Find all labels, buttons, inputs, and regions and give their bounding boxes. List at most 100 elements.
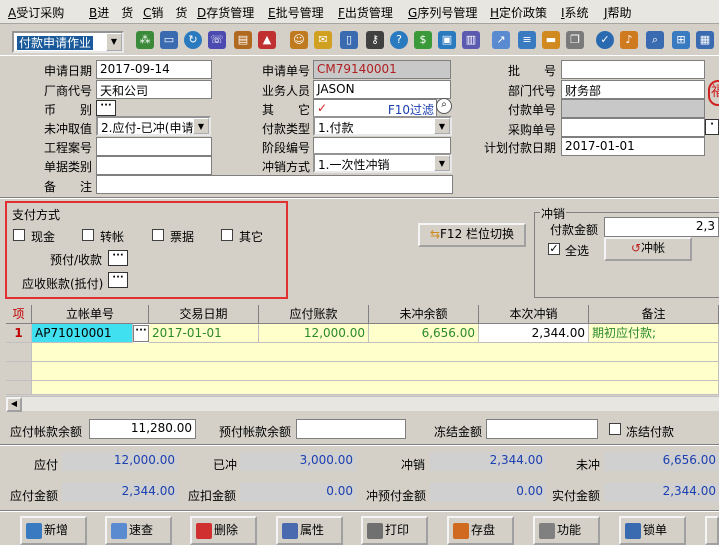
- refresh-icon[interactable]: ↻: [184, 31, 202, 49]
- hat-icon[interactable]: ▲: [258, 31, 276, 49]
- users-icon[interactable]: ☺: [290, 31, 308, 49]
- col-header-payable[interactable]: 应付账款: [259, 305, 369, 324]
- phone-icon[interactable]: ☏: [208, 31, 226, 49]
- menu-system[interactable]: I系统: [561, 4, 589, 21]
- dept-field[interactable]: 财务部: [561, 80, 705, 99]
- cell-balance[interactable]: 6,656.00: [369, 324, 479, 343]
- cell-offset[interactable]: 2,344.00: [479, 324, 589, 343]
- remark-field[interactable]: [96, 175, 453, 194]
- pay-type-select[interactable]: 1.付款 ▼: [313, 116, 452, 136]
- lock-button[interactable]: 锁单: [619, 516, 686, 545]
- menu-inventory[interactable]: D存货管理: [197, 4, 254, 21]
- payable-balance-field: 11,280.00: [89, 419, 196, 439]
- menu-serial[interactable]: G序列号管理: [408, 4, 477, 21]
- empty-row[interactable]: [32, 381, 719, 395]
- menu-sales[interactable]: C销 货: [143, 4, 187, 21]
- function-button[interactable]: 功能: [533, 516, 600, 545]
- menu-shipping[interactable]: F出货管理: [338, 4, 393, 21]
- bell-icon[interactable]: ♪: [620, 31, 638, 49]
- plan-date-field[interactable]: 2017-01-01: [561, 137, 705, 156]
- copy-icon[interactable]: ❐: [566, 31, 584, 49]
- cell-date[interactable]: 2017-01-01: [149, 324, 259, 343]
- print-button[interactable]: 打印: [361, 516, 428, 545]
- col-header-date[interactable]: 交易日期: [149, 305, 259, 324]
- folder-icon[interactable]: ▬: [542, 31, 560, 49]
- check-icon[interactable]: ✓: [596, 31, 614, 49]
- writeoff-select[interactable]: 2.应付-已冲(申请) ▼: [96, 116, 211, 136]
- purchase-lookup-button[interactable]: ·: [705, 119, 719, 135]
- delete-button[interactable]: 删除: [190, 516, 257, 545]
- offset-amount-field[interactable]: 2,3: [604, 217, 719, 237]
- prepaid-lookup-button[interactable]: ···: [108, 250, 128, 266]
- chevron-down-icon[interactable]: ▼: [434, 118, 450, 134]
- offset-mode-select[interactable]: 1.一次性冲销 ▼: [313, 153, 452, 173]
- vendor-field[interactable]: 天和公司: [96, 80, 212, 99]
- apply-no-field: CM79140001: [313, 60, 451, 79]
- menu-batch[interactable]: E批号管理: [268, 4, 324, 21]
- network-icon[interactable]: ⊞: [672, 31, 690, 49]
- menu-order[interactable]: A受订采购: [8, 4, 64, 21]
- horizontal-scrollbar[interactable]: ◀: [6, 396, 719, 412]
- preview-icon[interactable]: ⌕: [646, 31, 664, 49]
- apply-date-field[interactable]: 2017-09-14: [96, 60, 212, 79]
- select-all-checkbox[interactable]: ✓: [548, 243, 560, 255]
- menu-pricing[interactable]: H定价政策: [490, 4, 547, 21]
- tree-icon[interactable]: ⁂: [136, 31, 154, 49]
- menu-purchase[interactable]: B进 货: [89, 4, 133, 21]
- mail-icon[interactable]: ✉: [314, 31, 332, 49]
- cell-doc[interactable]: AP71010001: [32, 324, 133, 343]
- chevron-down-icon[interactable]: ▼: [434, 155, 450, 171]
- magnifier-icon[interactable]: ⌕: [436, 98, 452, 114]
- export-icon[interactable]: ↗: [492, 31, 510, 49]
- row-number: 1: [6, 324, 32, 343]
- document-icon[interactable]: ▯: [340, 31, 358, 49]
- doc-type-select[interactable]: 付款申请作业 ▼: [12, 31, 124, 53]
- batch-field[interactable]: [561, 60, 705, 79]
- menu-help[interactable]: J帮助: [604, 4, 632, 21]
- payable-value: 12,000.00: [62, 452, 178, 471]
- bill-checkbox[interactable]: [152, 229, 164, 241]
- purchase-no-field[interactable]: [561, 118, 705, 137]
- briefcase-icon[interactable]: ▤: [234, 31, 252, 49]
- chart-icon[interactable]: ▥: [462, 31, 480, 49]
- frozen-pay-checkbox[interactable]: [609, 423, 621, 435]
- key-icon[interactable]: ⚷: [366, 31, 384, 49]
- cell-note[interactable]: 期初应付款;: [589, 324, 719, 343]
- quick-search-button[interactable]: 速查: [105, 516, 172, 545]
- f12-switch-button[interactable]: ⇆F12 栏位切换: [418, 223, 526, 247]
- help-icon[interactable]: ?: [390, 31, 408, 49]
- doc-lookup-button[interactable]: ···: [133, 325, 149, 342]
- col-header-doc[interactable]: 立帐单号: [32, 305, 149, 324]
- row-number: [6, 362, 32, 381]
- chevron-left-icon[interactable]: ◀: [6, 397, 22, 412]
- currency-lookup-button[interactable]: ···: [96, 100, 116, 116]
- list-icon[interactable]: ≡: [518, 31, 536, 49]
- project-field[interactable]: [96, 137, 212, 156]
- offset-button[interactable]: ↺冲帐: [604, 237, 692, 261]
- payment-title: 支付方式: [12, 208, 61, 222]
- save-button[interactable]: 存盘: [447, 516, 514, 545]
- monitor-icon[interactable]: ▭: [160, 31, 178, 49]
- other-checkbox[interactable]: [221, 229, 233, 241]
- chevron-down-icon[interactable]: ▼: [193, 118, 209, 134]
- more-button[interactable]: [705, 516, 719, 545]
- cell-payable[interactable]: 12,000.00: [259, 324, 369, 343]
- cash-label: 现金: [31, 230, 56, 244]
- receivable-lookup-button[interactable]: ···: [108, 272, 128, 288]
- properties-button[interactable]: 属性: [276, 516, 343, 545]
- staff-field[interactable]: JASON: [313, 80, 451, 99]
- add-button[interactable]: 新增: [20, 516, 87, 545]
- col-header-offset[interactable]: 本次冲销: [479, 305, 589, 324]
- empty-row[interactable]: [32, 362, 719, 381]
- col-header-note[interactable]: 备注: [589, 305, 719, 324]
- money-icon[interactable]: $: [414, 31, 432, 49]
- empty-row[interactable]: [32, 343, 719, 362]
- cart-icon[interactable]: ▣: [438, 31, 456, 49]
- deduct-label: 应扣金额: [188, 489, 237, 503]
- grid-icon[interactable]: ▦: [696, 31, 714, 49]
- cash-checkbox[interactable]: [13, 229, 25, 241]
- doc-class-field[interactable]: [96, 156, 212, 175]
- chevron-down-icon[interactable]: ▼: [106, 33, 122, 51]
- col-header-balance[interactable]: 未冲余额: [369, 305, 479, 324]
- transfer-checkbox[interactable]: [82, 229, 94, 241]
